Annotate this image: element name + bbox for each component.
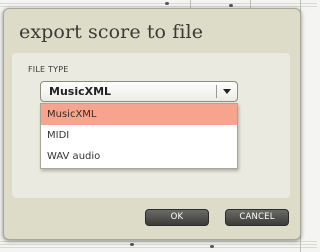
chevron-down-icon[interactable] <box>223 89 231 94</box>
export-dialog: export score to file FILE TYPE MusicXML … <box>3 8 301 240</box>
option-musicxml[interactable]: MusicXML <box>41 104 237 125</box>
ok-button[interactable]: OK <box>145 209 209 226</box>
option-midi[interactable]: MIDI <box>41 125 237 146</box>
file-type-select[interactable]: MusicXML <box>40 81 238 102</box>
cancel-button[interactable]: CANCEL <box>225 209 289 226</box>
file-type-select-value: MusicXML <box>49 85 112 98</box>
dialog-title: export score to file <box>19 21 204 43</box>
select-divider <box>216 85 217 98</box>
option-wav-audio[interactable]: WAV audio <box>41 146 237 167</box>
file-type-options-menu: MusicXML MIDI WAV audio <box>40 103 238 169</box>
file-type-label: FILE TYPE <box>28 65 69 74</box>
